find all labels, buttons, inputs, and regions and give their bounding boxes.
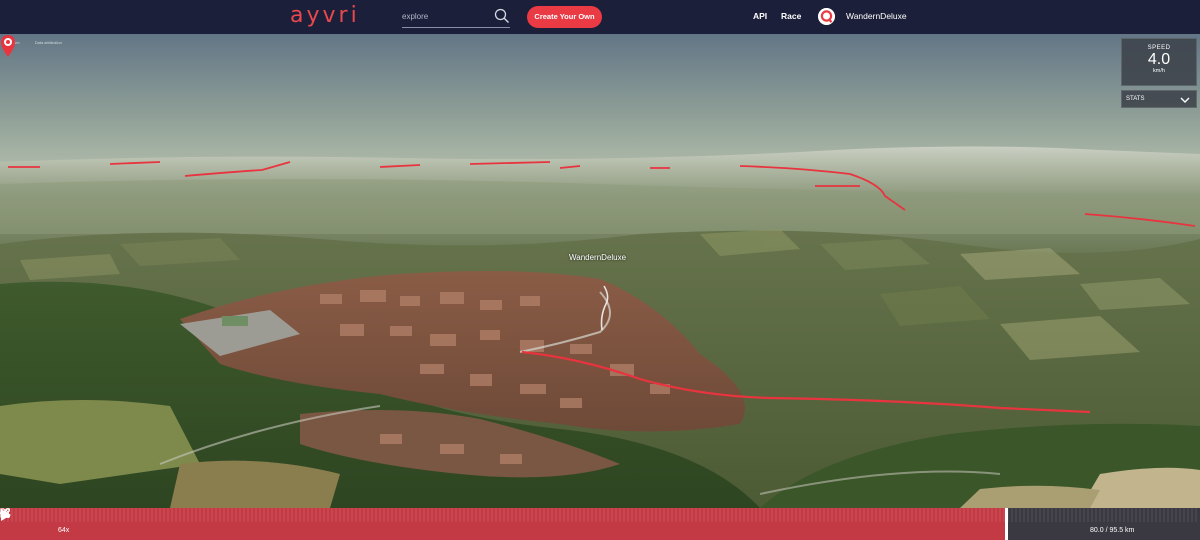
- distance-readout: 80.0 / 95.5 km: [1090, 527, 1135, 534]
- speed-unit: km/h: [1153, 68, 1165, 74]
- playback-timeline[interactable]: 64x 80.0 / 95.5 km: [0, 508, 1200, 540]
- pilot-marker-label: WandernDeluxe: [569, 253, 627, 262]
- username-label[interactable]: WandernDeluxe: [846, 11, 907, 21]
- speed-panel: SPEED 4.0 km/h: [1121, 38, 1197, 86]
- stats-dropdown[interactable]: STATS: [1121, 90, 1197, 108]
- fullscreen-icon[interactable]: [0, 508, 10, 518]
- user-avatar[interactable]: [818, 8, 835, 25]
- playhead-handle[interactable]: [1005, 508, 1008, 540]
- chevron-down-icon[interactable]: [1180, 95, 1190, 105]
- create-your-own-button[interactable]: Create Your Own: [527, 6, 602, 28]
- map-3d-view[interactable]: ©cesium Data attribution WandernDeluxe: [0, 34, 1200, 508]
- search-box: [402, 6, 510, 28]
- stats-label: STATS: [1126, 96, 1145, 102]
- marker-pin-icon[interactable]: [0, 34, 16, 58]
- search-icon[interactable]: [494, 8, 510, 24]
- attribution-item[interactable]: Data attribution: [35, 40, 62, 45]
- playback-speed-multiplier[interactable]: 64x: [58, 527, 69, 534]
- nav-link-race[interactable]: Race: [781, 11, 801, 21]
- nav-link-api[interactable]: API: [753, 11, 767, 21]
- terrain-render: [0, 34, 1200, 508]
- ayvri-logo[interactable]: ayvri: [290, 3, 360, 28]
- ayvri-app: ayvri Create Your Own API Race WandernDe…: [0, 0, 1200, 540]
- timeline-progress: [0, 508, 1006, 540]
- search-input[interactable]: [402, 6, 490, 27]
- elevation-profile[interactable]: [0, 508, 1200, 540]
- top-nav-bar: ayvri Create Your Own API Race WandernDe…: [0, 0, 1200, 34]
- speed-value: 4.0: [1147, 51, 1171, 68]
